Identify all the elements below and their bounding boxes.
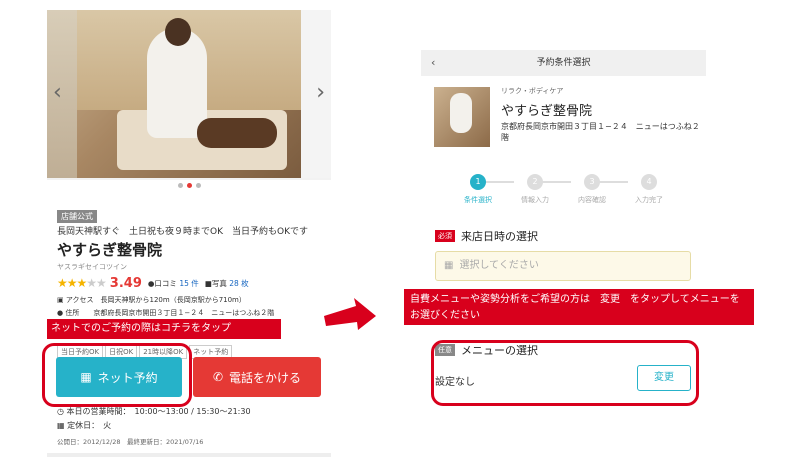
phone-icon: ✆ <box>212 370 224 384</box>
visit-datetime-title: 来店日時の選択 <box>461 230 538 243</box>
highlight-net-reserve <box>42 343 192 407</box>
reviews-link[interactable]: ●口コミ 15 件 <box>148 278 199 289</box>
step-3-circle: 3 <box>584 174 600 190</box>
photos-link[interactable]: ■写真 28 枚 <box>205 278 249 289</box>
date-placeholder: 選択してください <box>459 260 539 271</box>
header-title: 予約条件選択 <box>536 58 591 68</box>
divider <box>47 453 331 457</box>
calendar-icon: ▦ <box>57 421 65 430</box>
carousel-prev-icon[interactable]: ‹ <box>53 82 62 104</box>
carousel-next-icon[interactable]: › <box>316 82 325 104</box>
published-date: 公開日：2012/12/28 最終更新日：2021/07/16 <box>57 438 204 446</box>
address-info: ● 住所 京都府長岡京市開田３丁目１−２４ ニューはつふね２階 <box>57 309 275 317</box>
change-menu-annotation: 自費メニューや姿勢分析をご希望の方は 変更 をタップしてメニューをお選びください <box>404 289 754 325</box>
train-icon: ▣ <box>57 296 64 304</box>
photo-carousel[interactable]: ‹ › <box>47 10 331 180</box>
call-button[interactable]: ✆ 電話をかける <box>193 357 321 397</box>
shop-thumbnail <box>434 87 490 147</box>
net-reserve-annotation: ネットでのご予約の際はコチラをタップ <box>47 319 281 339</box>
reservation-header: ‹ 予約条件選択 <box>421 50 706 76</box>
step-2-circle: 2 <box>527 174 543 190</box>
rating-row: ★★★★★ 3.49 ●口コミ 15 件 ■写真 28 枚 <box>57 275 249 291</box>
official-badge: 店舗公式 <box>57 210 97 223</box>
carousel-prev-photo <box>47 10 77 178</box>
camera-icon: ■ <box>204 278 212 288</box>
shop-photo <box>77 10 301 178</box>
closed-day: ▦ 定休日： 火 <box>57 421 112 430</box>
calendar-icon: ▦ <box>444 260 454 271</box>
step-4-label: 入力完了 <box>635 196 663 204</box>
shop-name: やすらぎ整骨院 <box>501 104 593 119</box>
rating-score: 3.49 <box>109 275 142 291</box>
visit-date-input[interactable]: ▦ 選択してください <box>435 251 691 281</box>
carousel-dot[interactable] <box>195 183 201 188</box>
shop-category: リラク・ボディケア <box>501 87 564 95</box>
transition-arrow-icon <box>324 298 376 330</box>
required-badge: 必須 <box>435 230 455 242</box>
carousel-dot-active[interactable] <box>186 183 192 188</box>
step-4-circle: 4 <box>641 174 657 190</box>
carousel-dot[interactable] <box>177 183 183 188</box>
carousel-dots <box>47 181 331 191</box>
step-3-label: 内容確認 <box>578 196 606 204</box>
back-icon[interactable]: ‹ <box>431 50 435 76</box>
shop-name: やすらぎ整骨院 <box>57 241 163 259</box>
catch-copy: 長岡天神駅すぐ 土日祝も夜９時までOK 当日予約もOKです <box>57 227 308 237</box>
pin-icon: ● <box>57 309 64 317</box>
step-1-label: 条件選択 <box>464 196 492 204</box>
shop-kana: ヤスラギセイコツイン <box>57 263 127 271</box>
highlight-menu-select <box>431 340 699 406</box>
step-2-label: 情報入力 <box>521 196 549 204</box>
shop-address: 京都府長岡京市開田３丁目１−２４ ニューはつふね２階 <box>501 122 700 142</box>
progress-steps: 1 2 3 4 条件選択 情報入力 内容確認 入力完了 <box>457 174 697 214</box>
star-rating: ★★★★★ <box>57 276 107 290</box>
step-1-circle: 1 <box>470 174 486 190</box>
access-info: ▣ アクセス 長岡天神駅から120m（長岡京駅から710m） <box>57 296 246 304</box>
clock-icon: ◷ <box>57 407 64 416</box>
business-hours: ◷ 本日の営業時間： 10:00〜13:00 / 15:30〜21:30 <box>57 407 251 416</box>
